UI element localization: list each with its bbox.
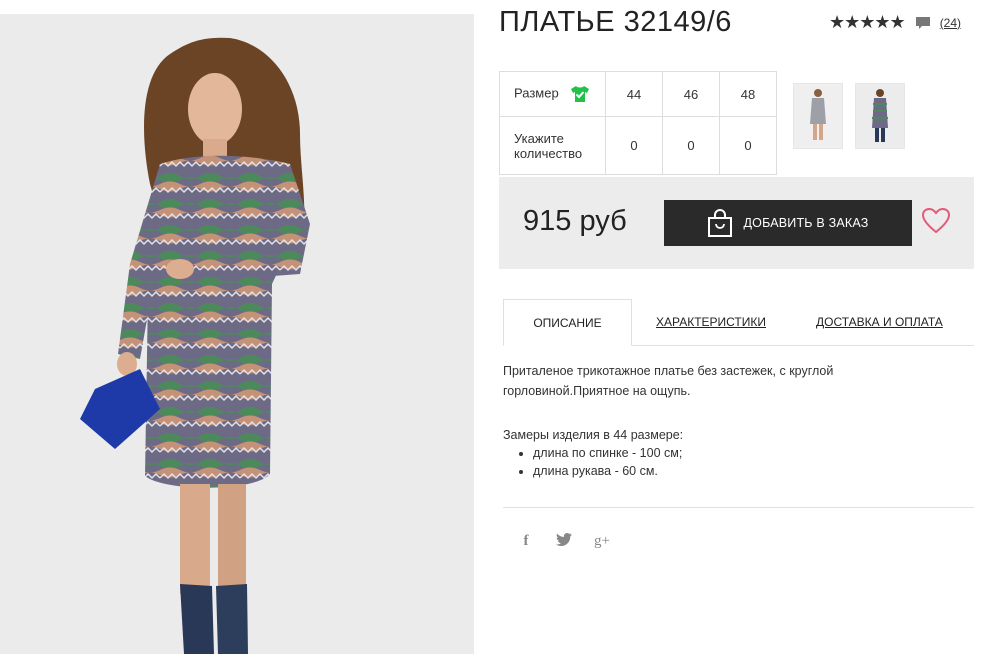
- tab-delivery-payment[interactable]: ДОСТАВКА И ОПЛАТА: [816, 299, 943, 345]
- model-photo: [80, 37, 310, 654]
- size-label: Размер: [514, 85, 559, 101]
- price: 915 руб: [523, 205, 627, 237]
- thumbnail-image: [794, 84, 842, 148]
- size-cell-46: 46: [662, 71, 720, 117]
- add-to-order-button[interactable]: ДОБАВИТЬ В ЗАКАЗ: [664, 200, 912, 246]
- reviews-link[interactable]: (24): [940, 16, 961, 30]
- description-text: Приталеное трикотажное платье без застеж…: [503, 364, 834, 398]
- price-box: 915 руб ДОБАВИТЬ В ЗАКАЗ: [499, 177, 974, 269]
- shopping-bag-icon: [708, 209, 733, 237]
- size-cell-44: 44: [605, 71, 663, 117]
- size-cell-48: 48: [719, 71, 777, 117]
- add-to-order-label: ДОБАВИТЬ В ЗАКАЗ: [743, 216, 869, 230]
- rating-stars[interactable]: ★★★★★: [829, 12, 906, 33]
- thumbnail-2[interactable]: [855, 83, 905, 149]
- size-table: Размер 44 46 48 Укажите количество 0 0 0: [499, 71, 777, 175]
- heart-icon[interactable]: [922, 208, 950, 234]
- list-item: длина рукава - 60 см.: [533, 462, 683, 480]
- quantity-input-48[interactable]: 0: [719, 116, 777, 175]
- product-title: ПЛАТЬЕ 32149/6: [499, 6, 732, 38]
- google-plus-icon[interactable]: g+: [592, 533, 612, 550]
- twitter-bird-icon: [556, 533, 572, 546]
- tab-description[interactable]: ОПИСАНИЕ: [503, 299, 632, 346]
- quantity-input-46[interactable]: 0: [662, 116, 720, 175]
- description-panel: Приталеное трикотажное платье без застеж…: [503, 361, 903, 401]
- size-label-cell: Размер: [499, 71, 606, 117]
- shirt-check-icon[interactable]: [570, 85, 590, 103]
- product-tabs: ОПИСАНИЕ ХАРАКТЕРИСТИКИ ДОСТАВКА И ОПЛАТ…: [503, 299, 974, 346]
- tab-characteristics[interactable]: ХАРАКТЕРИСТИКИ: [656, 299, 766, 345]
- tab-characteristics-label: ХАРАКТЕРИСТИКИ: [656, 315, 767, 329]
- thumbnail-1[interactable]: [793, 83, 843, 149]
- tab-delivery-label: ДОСТАВКА И ОПЛАТА: [816, 315, 943, 329]
- thumbnail-image: [856, 84, 904, 148]
- product-main-image[interactable]: [0, 14, 474, 654]
- quantity-input-44[interactable]: 0: [605, 116, 663, 175]
- measurements-list: длина по спинке - 100 см; длина рукава -…: [503, 444, 683, 480]
- measurements-title: Замеры изделия в 44 размере:: [503, 428, 684, 442]
- twitter-icon[interactable]: [554, 533, 574, 550]
- measurements: Замеры изделия в 44 размере: длина по сп…: [503, 426, 683, 480]
- list-item: длина по спинке - 100 см;: [533, 444, 683, 462]
- divider: [503, 507, 974, 508]
- comment-icon: [915, 16, 930, 29]
- quantity-label: Укажите количество: [499, 116, 606, 175]
- social-share: f g+: [516, 533, 612, 550]
- facebook-icon[interactable]: f: [516, 533, 536, 550]
- rating: ★★★★★ (24): [829, 12, 961, 33]
